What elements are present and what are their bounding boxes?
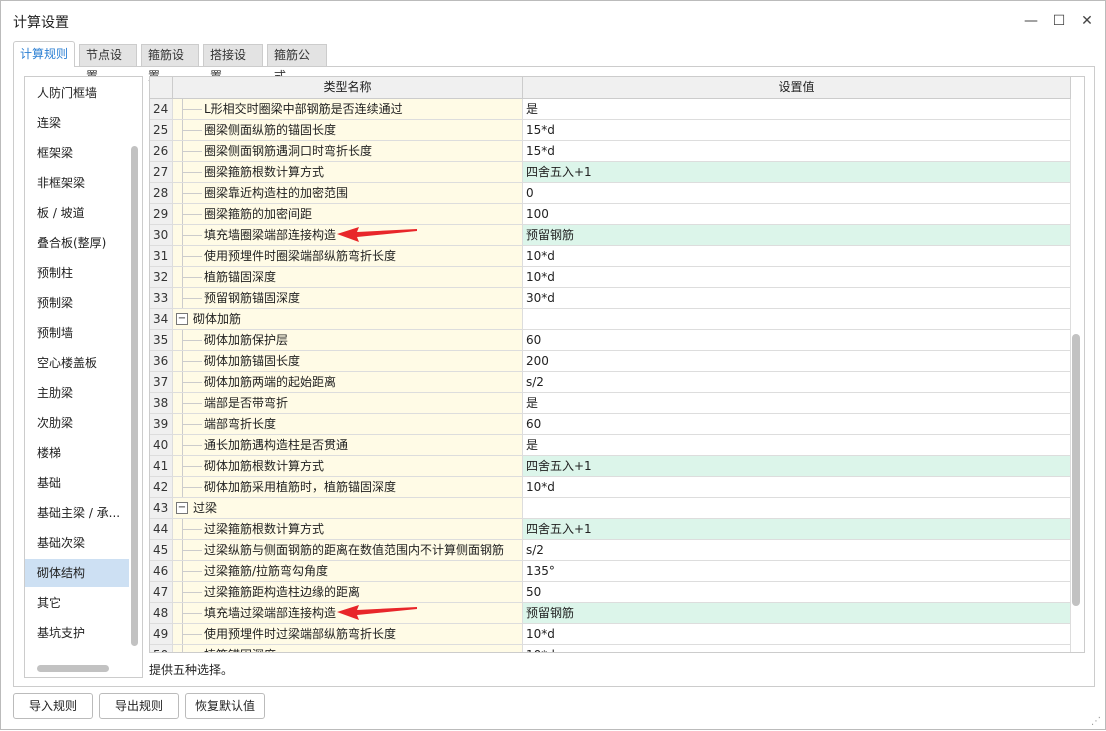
hint-text: 提供五种选择。 — [149, 663, 234, 677]
resize-grip-icon[interactable]: ⋰ — [1091, 716, 1101, 727]
red-arrow-icon — [337, 227, 417, 242]
import-rules-button[interactable]: 导入规则 — [13, 693, 93, 719]
export-rules-button[interactable]: 导出规则 — [99, 693, 179, 719]
annotation-arrows — [337, 227, 417, 620]
tab-0[interactable]: 计算规则 — [13, 41, 75, 67]
red-arrow-icon — [337, 605, 417, 620]
restore-defaults-button[interactable]: 恢复默认值 — [185, 693, 265, 719]
